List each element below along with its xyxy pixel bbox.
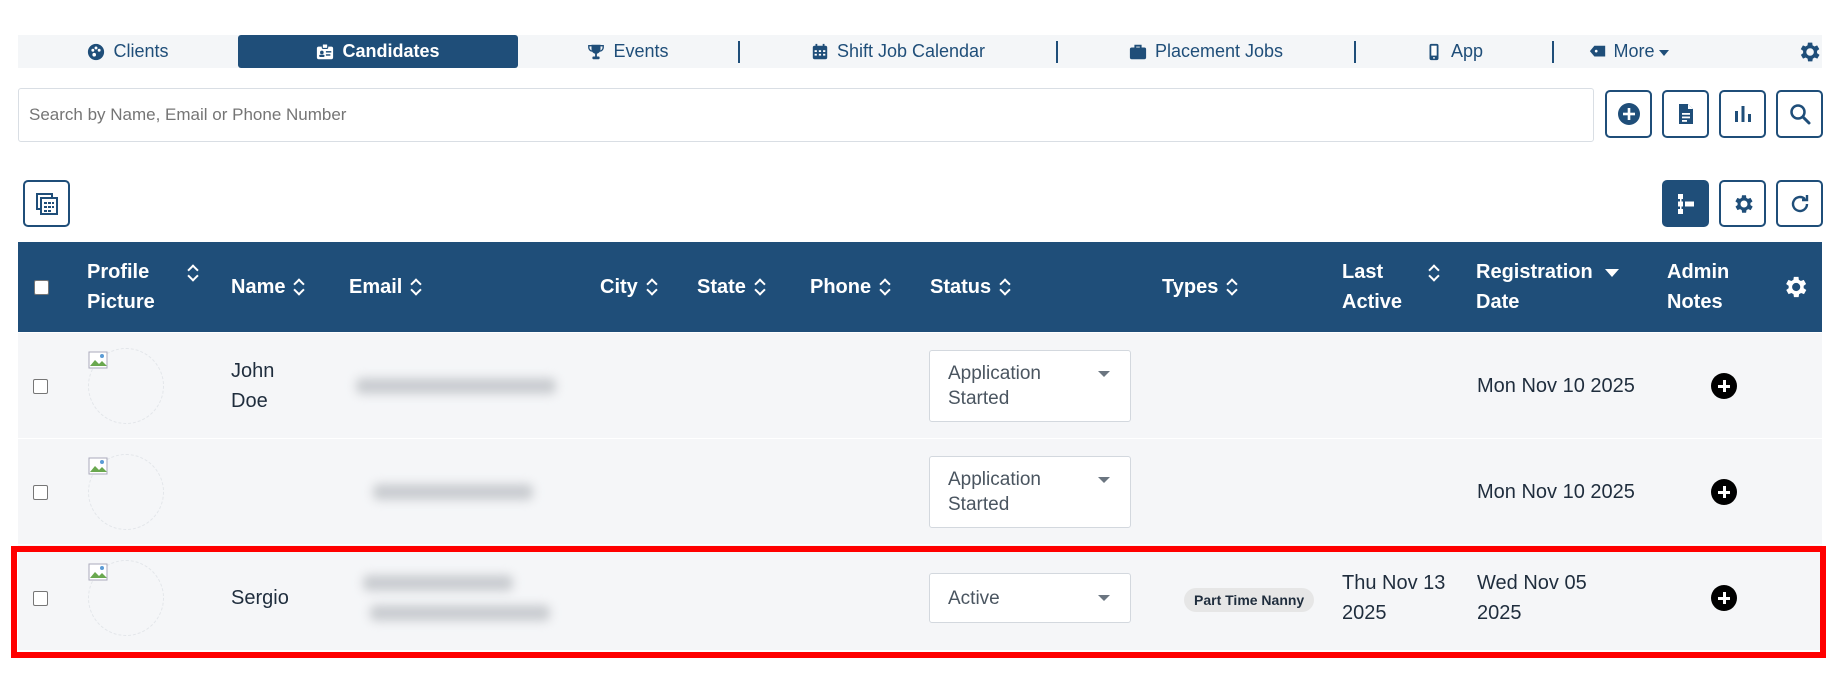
spreadsheet-icon xyxy=(35,192,58,215)
reports-button[interactable] xyxy=(1719,90,1766,138)
sort-icon xyxy=(1226,277,1238,297)
table-row[interactable]: Sergio Active Part Time Nanny Thu Nov 13… xyxy=(18,545,1822,651)
tab-app[interactable]: App xyxy=(1356,35,1552,68)
tab-placement-jobs[interactable]: Placement Jobs xyxy=(1058,35,1354,68)
palette-icon xyxy=(87,43,105,61)
row-checkbox-cell[interactable] xyxy=(33,333,48,439)
broken-image-icon xyxy=(88,563,108,581)
tab-events[interactable]: Events xyxy=(518,35,738,68)
tag-icon xyxy=(1589,43,1607,61)
tab-label: App xyxy=(1450,41,1484,61)
candidate-name[interactable]: Sergio xyxy=(231,545,289,651)
tab-candidates[interactable]: Candidates xyxy=(238,35,518,68)
select-all-checkbox[interactable] xyxy=(34,279,49,295)
sort-icon xyxy=(187,263,197,283)
broken-image-icon xyxy=(88,457,108,475)
column-tree-button[interactable] xyxy=(1662,180,1709,227)
col-last-active[interactable]: Last Active xyxy=(1342,242,1440,332)
tab-clients[interactable]: Clients xyxy=(18,35,238,68)
row-checkbox[interactable] xyxy=(33,378,48,394)
sort-icon xyxy=(999,277,1011,297)
row-checkbox[interactable] xyxy=(33,484,48,500)
tab-label: Candidates xyxy=(342,41,440,61)
trophy-icon xyxy=(587,43,605,61)
add-note-button[interactable] xyxy=(1711,373,1737,399)
redacted-email xyxy=(363,575,513,591)
redacted-email xyxy=(356,378,556,394)
tab-label: Events xyxy=(613,41,669,61)
col-city[interactable]: City xyxy=(600,242,658,332)
col-status[interactable]: Status xyxy=(930,242,1011,332)
col-types[interactable]: Types xyxy=(1162,242,1238,332)
search-input[interactable] xyxy=(18,88,1594,142)
top-navigation: Clients Candidates Events Shift Job Cale… xyxy=(18,35,1822,68)
search-button[interactable] xyxy=(1776,90,1823,138)
table-row[interactable]: Application Started Mon Nov 10 2025 xyxy=(18,439,1822,545)
col-phone[interactable]: Phone xyxy=(810,242,891,332)
sort-icon xyxy=(410,277,422,297)
table-row[interactable]: John Doe Application Started Mon Nov 10 … xyxy=(18,333,1822,439)
chevron-down-icon xyxy=(1658,50,1669,56)
row-checkbox-cell[interactable] xyxy=(33,439,48,545)
sort-icon xyxy=(879,277,891,297)
search-icon xyxy=(1789,104,1810,125)
document-icon xyxy=(1678,104,1693,124)
document-button[interactable] xyxy=(1662,90,1709,138)
sitemap-icon xyxy=(1677,193,1694,214)
add-note-button[interactable] xyxy=(1711,585,1737,611)
row-checkbox[interactable] xyxy=(33,590,48,606)
last-active: Thu Nov 13 2025 xyxy=(1342,572,1446,624)
sort-icon xyxy=(754,277,766,297)
id-badge-icon xyxy=(316,42,334,61)
add-note-button[interactable] xyxy=(1711,479,1737,505)
tab-label: Clients xyxy=(113,41,169,61)
col-name[interactable]: Name xyxy=(231,242,305,332)
sort-icon xyxy=(646,277,658,297)
status-select[interactable]: Active xyxy=(929,573,1131,623)
table-header: Profile Picture Name Email City State Ph… xyxy=(18,242,1822,332)
col-registration-date[interactable]: Registration Date xyxy=(1476,242,1619,332)
dropdown-caret-icon xyxy=(1098,595,1110,601)
redacted-email xyxy=(370,605,550,621)
type-badge: Part Time Nanny xyxy=(1184,588,1315,612)
export-button[interactable] xyxy=(23,180,70,227)
dropdown-caret-icon xyxy=(1098,371,1110,377)
sort-desc-icon xyxy=(1604,269,1619,277)
col-email[interactable]: Email xyxy=(349,242,422,332)
broken-image-icon xyxy=(88,351,108,369)
registration-date: Mon Nov 10 2025 xyxy=(1477,375,1635,397)
candidate-name[interactable]: John Doe xyxy=(231,333,274,439)
redacted-email xyxy=(373,484,533,500)
refresh-button[interactable] xyxy=(1776,180,1823,227)
dropdown-caret-icon xyxy=(1098,477,1110,483)
row-checkbox-cell[interactable] xyxy=(33,545,48,651)
add-candidate-button[interactable] xyxy=(1605,90,1652,138)
column-settings-gear-icon[interactable] xyxy=(1781,242,1809,332)
tab-shift-job-calendar[interactable]: Shift Job Calendar xyxy=(740,35,1056,68)
bar-chart-icon xyxy=(1734,106,1751,122)
col-admin-notes: Admin Notes xyxy=(1667,261,1730,313)
gear-icon xyxy=(1734,194,1753,213)
tab-label: Shift Job Calendar xyxy=(836,41,986,61)
mobile-icon xyxy=(1425,43,1443,61)
refresh-icon xyxy=(1791,194,1808,212)
plus-circle-icon xyxy=(1617,103,1640,125)
settings-gear-icon[interactable] xyxy=(1796,39,1822,65)
registration-date: Mon Nov 10 2025 xyxy=(1477,481,1635,503)
table-settings-button[interactable] xyxy=(1719,180,1766,227)
registration-date: Wed Nov 05 2025 xyxy=(1477,572,1587,624)
col-profile-picture[interactable]: Profile Picture xyxy=(87,242,197,332)
tab-label: Placement Jobs xyxy=(1154,41,1284,61)
status-select[interactable]: Application Started xyxy=(929,350,1131,422)
sort-icon xyxy=(1428,263,1440,283)
col-state[interactable]: State xyxy=(697,242,766,332)
sort-icon xyxy=(293,277,305,297)
briefcase-icon xyxy=(1129,43,1147,61)
select-all-checkbox-cell[interactable] xyxy=(34,242,49,332)
more-menu[interactable]: More xyxy=(1554,35,1704,68)
more-label: More xyxy=(1613,41,1655,61)
calendar-icon xyxy=(811,43,829,61)
status-select[interactable]: Application Started xyxy=(929,456,1131,528)
